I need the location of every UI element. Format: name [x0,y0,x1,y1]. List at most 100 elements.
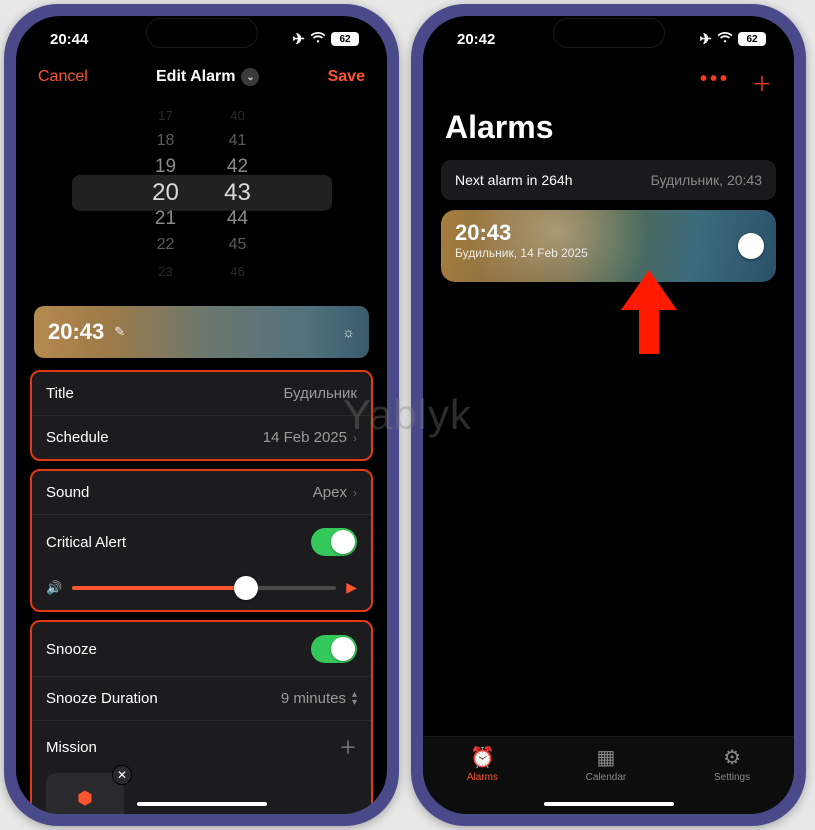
screen-edit-alarm: 20:44 ✈ 62 Cancel Edit Alarm ⌄ Save 17 40… [16,16,387,814]
row-snooze-duration[interactable]: Snooze Duration 9 minutes ▴▾ [32,676,371,720]
status-time: 20:44 [50,31,88,48]
save-button[interactable]: Save [328,68,365,86]
chevron-right-icon: › [353,431,357,445]
critical-alert-label: Critical Alert [46,534,126,551]
next-alarm-left: Next alarm in 264h [455,172,573,188]
notch [146,18,258,48]
row-mission: Mission ＋ [32,720,371,773]
screen-alarms-list: 20:42 ✈ 62 ••• ＋ Alarms Next alarm in 26… [423,16,794,814]
play-icon[interactable]: ▶ [346,579,357,596]
add-mission-button[interactable]: ＋ [339,734,357,760]
critical-alert-toggle[interactable] [311,528,357,556]
airplane-icon: ✈ [699,30,712,48]
wifi-icon [310,31,326,48]
alarm-card[interactable]: 20:43 Будильник, 14 Feb 2025 [441,210,776,282]
row-snooze: Snooze [32,622,371,676]
status-icons: ✈ 62 [292,30,359,48]
alarm-clock-icon: ⏰ [470,745,495,770]
row-critical-alert: Critical Alert [32,514,371,569]
hour-opt[interactable]: 18 [142,132,190,150]
alarm-name: Будильник [455,246,514,260]
alarm-subtitle: Будильник, 14 Feb 2025 [455,246,762,260]
tab-settings[interactable]: ⚙ Settings [714,745,750,783]
home-indicator[interactable] [137,802,267,806]
nav-header: Cancel Edit Alarm ⌄ Save [16,54,387,96]
mission-block-blocks[interactable]: ✕ ⬢ Blocks [46,773,124,814]
tab-calendar[interactable]: ▦ Calendar [586,745,627,783]
row-schedule[interactable]: Schedule 14 Feb 2025 › [32,415,371,459]
alarm-preview-card[interactable]: 20:43 ✎ ☼ [34,306,369,358]
schedule-value: 14 Feb 2025 [263,429,347,446]
phone-right: 20:42 ✈ 62 ••• ＋ Alarms Next alarm in 26… [411,4,806,826]
status-icons: ✈ 62 [699,30,766,48]
schedule-label: Schedule [46,429,109,446]
preview-time: 20:43 [48,319,104,345]
sunrise-icon: ☼ [342,324,355,340]
next-alarm-banner[interactable]: Next alarm in 264h Будильник, 20:43 [441,160,776,200]
home-indicator[interactable] [544,802,674,806]
cancel-button[interactable]: Cancel [38,68,88,86]
mission-blocks: ✕ ⬢ Blocks [32,773,371,814]
time-picker[interactable]: 1740 1841 1942 2043 2144 2245 2346 [16,96,387,294]
sound-label: Sound [46,484,89,501]
hour-opt[interactable]: 17 [142,108,190,123]
next-alarm-right: Будильник, 20:43 [651,172,762,188]
min-opt[interactable]: 40 [214,108,262,123]
cube-icon: ⬢ [77,788,93,809]
hour-opt[interactable]: 21 [142,208,190,230]
min-opt[interactable]: 46 [214,264,262,279]
group-snooze-mission: Snooze Snooze Duration 9 minutes ▴▾ Miss… [30,620,373,814]
min-opt[interactable]: 45 [214,236,262,254]
calendar-icon: ▦ [597,745,616,770]
snooze-duration-label: Snooze Duration [46,690,158,707]
add-alarm-button[interactable]: ＋ [752,68,772,97]
more-button[interactable]: ••• [700,68,730,97]
alarm-date: , 14 Feb 2025 [514,246,588,260]
title-value: Будильник [284,385,357,402]
top-actions: ••• ＋ [423,54,794,105]
pencil-icon[interactable]: ✎ [114,324,125,340]
picker-highlight [72,175,332,211]
tab-label: Settings [714,772,750,783]
battery-icon: 62 [738,32,766,46]
sound-value: Apex [313,484,347,501]
arrow-annotation-icon [619,270,679,354]
chevron-right-icon: › [353,486,357,500]
hour-opt[interactable]: 23 [142,264,190,279]
battery-icon: 62 [331,32,359,46]
slider-thumb[interactable] [234,576,258,600]
group-sound: Sound Apex › Critical Alert 🔊 ▶ [30,469,373,612]
min-opt[interactable]: 41 [214,132,262,150]
page-title[interactable]: Edit Alarm ⌄ [156,68,259,86]
tab-label: Alarms [467,772,498,783]
chevron-down-icon: ⌄ [241,68,259,86]
tab-label: Calendar [586,772,627,783]
page-heading: Alarms [423,105,794,160]
row-sound[interactable]: Sound Apex › [32,471,371,514]
mission-label: Mission [46,739,97,756]
snooze-toggle[interactable] [311,635,357,663]
remove-block-button[interactable]: ✕ [112,765,132,785]
title-label: Title [46,385,74,402]
gear-icon: ⚙ [723,745,741,770]
snooze-duration-value: 9 minutes [281,690,346,707]
status-time: 20:42 [457,31,495,48]
hour-opt[interactable]: 22 [142,236,190,254]
min-opt[interactable]: 44 [214,208,262,230]
tab-alarms[interactable]: ⏰ Alarms [467,745,498,783]
title-text: Edit Alarm [156,68,235,86]
alarm-time: 20:43 [455,220,762,246]
volume-slider[interactable] [72,586,336,590]
alarm-toggle[interactable] [738,233,764,259]
snooze-label: Snooze [46,641,97,658]
row-volume: 🔊 ▶ [32,569,371,610]
airplane-icon: ✈ [292,30,305,48]
wifi-icon [717,31,733,48]
block-label: Blocks [69,813,101,815]
group-title-schedule: Title Будильник Schedule 14 Feb 2025 › [30,370,373,461]
speaker-icon: 🔊 [46,580,62,596]
row-title[interactable]: Title Будильник [32,372,371,415]
notch [553,18,665,48]
stepper-icon: ▴▾ [352,691,357,707]
phone-left: 20:44 ✈ 62 Cancel Edit Alarm ⌄ Save 17 40… [4,4,399,826]
